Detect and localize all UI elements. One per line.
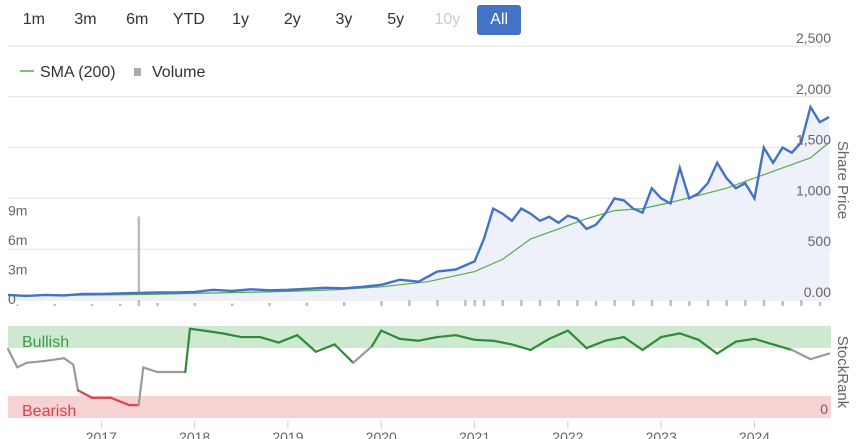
- stockrank-segment: [16, 361, 28, 369]
- stockrank-segment: [72, 363, 80, 392]
- rank-axis-title: StockRank: [834, 336, 851, 409]
- volume-bar: [342, 302, 346, 306]
- volume-bar: [781, 301, 784, 306]
- volume-bar: [230, 303, 234, 306]
- volume-tick-label: 9m: [8, 203, 27, 219]
- volume-bar: [90, 304, 94, 306]
- volume-bar: [380, 301, 383, 306]
- legend: SMA (200) Volume: [20, 64, 205, 81]
- stockrank-segment: [62, 357, 75, 366]
- volume-bar: [408, 300, 411, 306]
- stockrank-segment: [809, 352, 831, 361]
- x-tick-label: 2020: [366, 429, 397, 439]
- volume-bar: [688, 301, 691, 306]
- volume-bar: [53, 304, 57, 306]
- legend-volume-swatch: [134, 68, 141, 76]
- volume-bar: [156, 303, 159, 306]
- share-price-chart: 0.00 500 1,000 1,500 2,000 2,500 0 3m 6m 9m Shar…: [6, 30, 851, 439]
- volume-bar: [800, 300, 803, 306]
- volume-tick-label: 3m: [8, 262, 27, 278]
- rank-axis-zero: 0: [820, 401, 828, 417]
- stockrank-segment: [44, 357, 66, 363]
- stockrank-segment: [6, 347, 19, 369]
- volume-bar: [613, 299, 616, 306]
- volume-tick-label: 0: [8, 291, 16, 307]
- price-tick-label: 1,000: [796, 182, 831, 198]
- x-axis-ticks: 2017 2018 2019 2020 2021 2022 2023 2024: [86, 421, 770, 439]
- bearish-band: [8, 396, 831, 418]
- volume-bar: [520, 299, 523, 306]
- price-axis-title: Share Price: [834, 141, 851, 219]
- volume-bar: [16, 304, 19, 306]
- price-tick-label: 2,500: [796, 30, 831, 46]
- x-tick-label: 2024: [739, 429, 770, 439]
- bullish-label: Bullish: [22, 334, 69, 351]
- bullish-band: [8, 326, 831, 348]
- volume-bar: [650, 300, 654, 306]
- volume-tick-label: 6m: [8, 232, 27, 248]
- stockrank-segment: [25, 359, 47, 364]
- volume-bar: [744, 299, 747, 306]
- price-tick-label: 1,500: [796, 132, 831, 148]
- volume-bar: [538, 300, 542, 306]
- price-tick-label: 0.00: [804, 284, 831, 300]
- x-tick-label: 2022: [552, 429, 583, 439]
- stockrank-segment: [352, 345, 374, 364]
- volume-bar: [576, 300, 579, 306]
- volume-bar: [818, 302, 822, 306]
- bearish-label: Bearish: [22, 403, 76, 420]
- stockrank-segment: [790, 348, 812, 361]
- volume-bar: [193, 303, 197, 306]
- price-tick-label: 500: [808, 233, 832, 249]
- stockrank-segment: [473, 338, 495, 342]
- x-tick-label: 2018: [179, 429, 210, 439]
- price-tick-label: 2,000: [796, 81, 831, 97]
- legend-sma-label: SMA (200): [40, 64, 116, 81]
- volume-bar: [305, 302, 308, 306]
- stockrank-segment: [142, 366, 159, 374]
- legend-volume-label: Volume: [152, 64, 205, 81]
- volume-bar: [725, 300, 728, 306]
- x-tick-label: 2023: [646, 429, 677, 439]
- x-tick-label: 2019: [272, 429, 303, 439]
- volume-bar: [118, 304, 122, 306]
- x-tick-label: 2021: [459, 429, 490, 439]
- x-tick-label: 2017: [86, 429, 117, 439]
- volume-bar: [594, 301, 598, 306]
- volume-bar: [268, 303, 271, 306]
